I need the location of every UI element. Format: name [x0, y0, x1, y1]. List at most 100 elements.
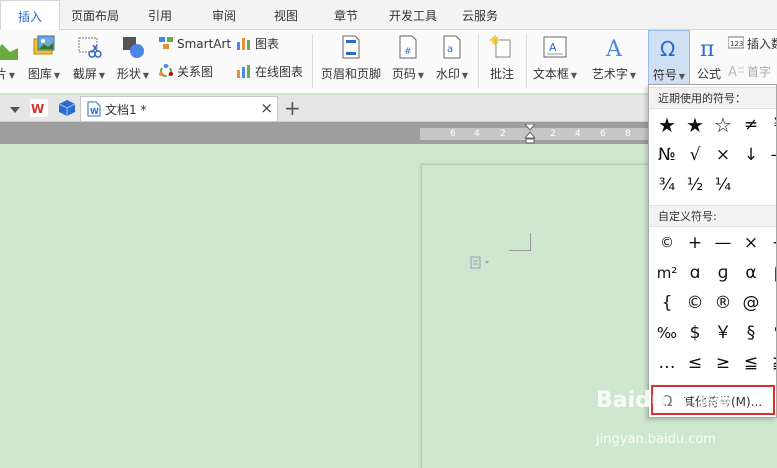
- wordart-button[interactable]: A 艺术字 ▼: [588, 30, 640, 90]
- gallery-icon: [31, 34, 57, 60]
- symbol-cell[interactable]: —: [709, 229, 737, 257]
- document-tab[interactable]: W 文档1 * ×: [80, 96, 278, 121]
- tab-review[interactable]: 审阅: [196, 0, 252, 30]
- chart-button[interactable]: 图表: [236, 34, 279, 54]
- pi-icon: π: [696, 34, 722, 62]
- svg-text:A: A: [728, 65, 737, 78]
- dropcap-button: A 首字: [728, 62, 771, 82]
- wordart-icon: A: [601, 34, 627, 62]
- symbol-cell[interactable]: ½: [681, 171, 709, 199]
- recent-symbols-header: 近期使用的符号：: [649, 87, 776, 109]
- symbol-cell[interactable]: ×: [737, 229, 765, 257]
- picture-label: 片: [0, 67, 7, 81]
- symbol-cell[interactable]: §: [737, 319, 765, 347]
- new-tab-button[interactable]: +: [284, 97, 301, 119]
- gallery-button[interactable]: 图库 ▼: [24, 30, 64, 90]
- svg-text:123: 123: [730, 40, 743, 48]
- symbol-cell[interactable]: ¥: [765, 111, 776, 139]
- horizontal-ruler: 6 4 2 2 4 6 8: [420, 123, 660, 144]
- tab-view[interactable]: 视图: [258, 0, 314, 30]
- symbol-cell[interactable]: ★: [653, 111, 681, 139]
- document-page[interactable]: [421, 164, 671, 468]
- symbol-cell[interactable]: ≤: [681, 349, 709, 377]
- tab-sections[interactable]: 章节: [318, 0, 374, 30]
- symbol-cell[interactable]: ↓: [737, 141, 765, 169]
- screenshot-button[interactable]: 截屏 ▼: [68, 30, 110, 90]
- ribbon-separator: [478, 34, 479, 88]
- wps-logo-icon[interactable]: W: [30, 99, 48, 120]
- svg-text:W: W: [90, 107, 99, 116]
- gallery-label: 图库: [27, 67, 52, 81]
- symbol-cell[interactable]: ¶: [765, 319, 776, 347]
- symbol-cell[interactable]: ≧: [765, 349, 776, 377]
- tab-developer[interactable]: 开发工具: [380, 0, 446, 30]
- online-chart-label: 在线图表: [255, 65, 304, 79]
- insert-number-label: 插入数: [747, 37, 777, 51]
- symbol-cell[interactable]: {: [653, 289, 681, 317]
- insert-number-button[interactable]: 123 插入数: [727, 34, 777, 54]
- ribbon-tab-strip: 插入 页面布局 引用 审阅 视图 章节 开发工具 云服务: [0, 0, 777, 31]
- symbol-cell[interactable]: ɡ: [709, 259, 737, 287]
- cube-icon[interactable]: [58, 99, 76, 120]
- watermark-suffix: 经验: [697, 392, 730, 411]
- paste-options-icon[interactable]: [470, 255, 489, 269]
- symbol-cell[interactable]: ¾: [653, 171, 681, 199]
- smartart-label: SmartArt: [177, 37, 232, 51]
- symbol-cell[interactable]: …: [653, 349, 681, 377]
- symbol-cell[interactable]: ≥: [709, 349, 737, 377]
- svg-text:A: A: [549, 41, 557, 54]
- symbol-cell[interactable]: ÷: [765, 229, 776, 257]
- symbol-dropdown-menu: 近期使用的符号： ★ ★ ☆ ≠ ¥ № √ × ↓ — ¾ ½ ¼ 自定义符号…: [648, 84, 777, 418]
- smartart-button[interactable]: SmartArt: [158, 34, 231, 54]
- symbol-cell[interactable]: —: [765, 141, 777, 169]
- tab-insert[interactable]: 插入: [0, 0, 60, 31]
- watermark-button[interactable]: a 水印 ▼: [432, 30, 472, 90]
- indent-marker-icon[interactable]: [523, 123, 537, 144]
- symbol-cell[interactable]: №: [653, 141, 681, 169]
- symbol-cell[interactable]: ×: [709, 141, 737, 169]
- tab-list-dropdown-icon[interactable]: [10, 103, 20, 117]
- symbol-cell[interactable]: ‰: [653, 319, 681, 347]
- bar-chart-icon: [236, 36, 252, 50]
- symbol-cell[interactable]: $: [681, 319, 709, 347]
- comment-label: 批注: [489, 67, 514, 81]
- chart-label: 图表: [255, 37, 280, 51]
- page-number-button[interactable]: # 页码 ▼: [388, 30, 428, 90]
- symbol-cell[interactable]: ★: [681, 111, 709, 139]
- close-tab-icon[interactable]: ×: [260, 99, 273, 117]
- smartart-icon: [158, 36, 174, 50]
- symbol-cell[interactable]: @: [737, 289, 765, 317]
- wordart-label: 艺术字: [591, 67, 628, 81]
- symbol-cell[interactable]: ɑ: [681, 259, 709, 287]
- relation-chart-button[interactable]: 关系图: [158, 62, 213, 82]
- symbol-cell[interactable]: ￥: [709, 319, 737, 347]
- symbol-cell[interactable]: [: [765, 289, 777, 317]
- tab-cloud[interactable]: 云服务: [452, 0, 508, 30]
- formula-label: 公式: [696, 67, 721, 81]
- header-footer-button[interactable]: 页眉和页脚: [318, 30, 384, 90]
- symbol-cell[interactable]: +: [681, 229, 709, 257]
- online-chart-button[interactable]: 在线图表: [236, 62, 303, 82]
- tab-references[interactable]: 引用: [132, 0, 188, 30]
- symbol-cell[interactable]: α: [737, 259, 765, 287]
- symbol-cell[interactable]: ¼: [709, 171, 737, 199]
- shape-button[interactable]: 形状 ▼: [112, 30, 154, 90]
- symbol-cell[interactable]: ®: [709, 289, 737, 317]
- symbol-cell[interactable]: ☆: [709, 111, 737, 139]
- omega-icon: Ω: [656, 35, 682, 61]
- symbol-cell[interactable]: ≦: [737, 349, 765, 377]
- symbol-cell[interactable]: m²: [653, 259, 681, 287]
- relation-label: 关系图: [177, 65, 214, 79]
- symbol-cell[interactable]: ©: [653, 229, 681, 257]
- symbol-button[interactable]: Ω 符号 ▼: [648, 30, 690, 90]
- shapes-icon: [120, 34, 146, 60]
- textbox-button[interactable]: A 文本框 ▼: [532, 30, 578, 90]
- tab-page-layout[interactable]: 页面布局: [62, 0, 128, 30]
- symbol-cell[interactable]: ≠: [737, 111, 765, 139]
- symbol-cell[interactable]: √: [681, 141, 709, 169]
- symbol-cell[interactable]: β: [765, 259, 776, 287]
- symbol-cell[interactable]: ©: [681, 289, 709, 317]
- picture-button[interactable]: 片 ▼: [0, 30, 18, 90]
- comment-button[interactable]: 批注: [482, 30, 522, 90]
- formula-button[interactable]: π 公式: [692, 30, 726, 90]
